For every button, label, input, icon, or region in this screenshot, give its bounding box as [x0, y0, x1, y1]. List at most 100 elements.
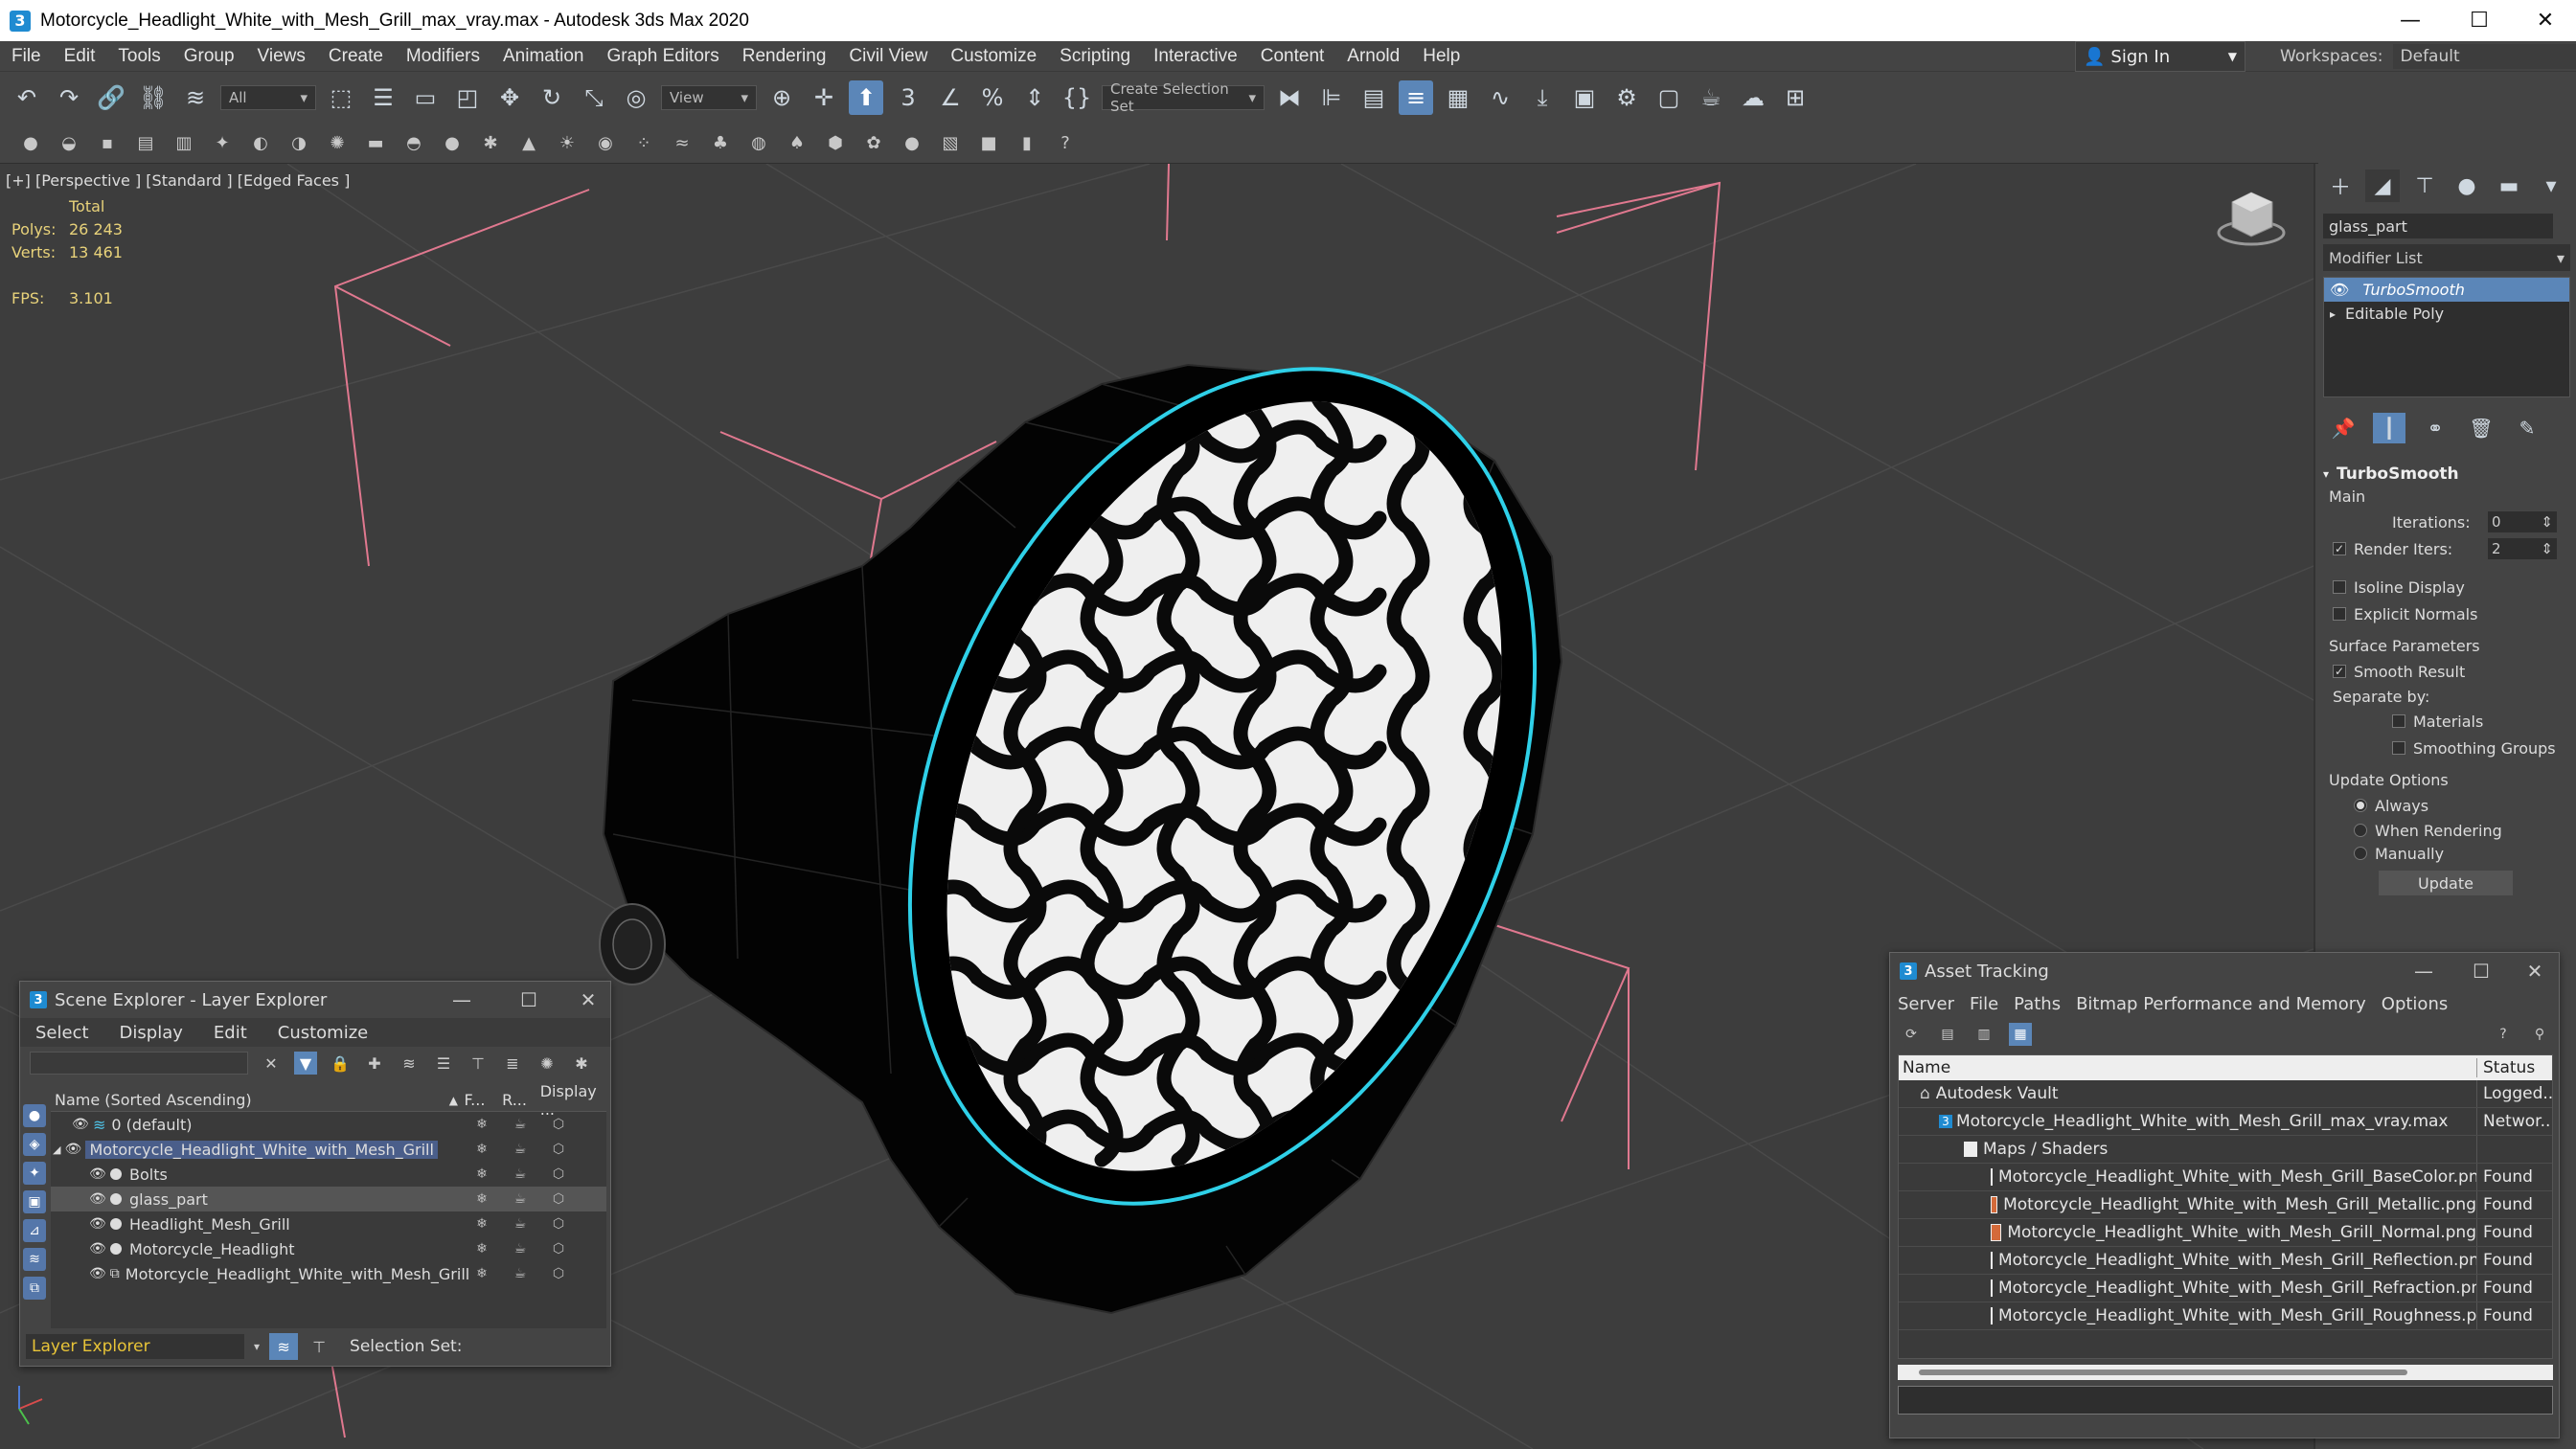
move-icon[interactable]: ✥ — [492, 80, 527, 115]
help-icon[interactable]: ? — [2492, 1023, 2515, 1046]
menu-display[interactable]: Display — [104, 1023, 198, 1043]
display-groups-icon[interactable]: ⧉ — [23, 1277, 46, 1300]
undo-icon[interactable]: ↶ — [10, 80, 44, 115]
mirror-icon[interactable]: ⧓ — [1272, 80, 1307, 115]
display-box-icon[interactable]: ⬡ — [539, 1241, 578, 1257]
angle-snap-icon[interactable]: ∠ — [933, 80, 968, 115]
frame-buffer-icon[interactable]: ▧ — [939, 132, 962, 155]
display-cameras-icon[interactable]: ▣ — [23, 1190, 46, 1213]
display-box-icon[interactable]: ⬡ — [539, 1166, 578, 1182]
rendered-frame-window-icon[interactable]: ▢ — [1652, 80, 1686, 115]
utilities-tab-icon[interactable]: ▾ — [2534, 170, 2568, 202]
manually-radio[interactable] — [2354, 847, 2367, 860]
bug-icon[interactable]: ✱ — [479, 132, 502, 155]
eye-icon[interactable]: 👁 — [89, 1216, 106, 1232]
teapot-icon[interactable]: ◒ — [57, 132, 80, 155]
close-button[interactable]: ✕ — [2515, 953, 2555, 989]
menu-customize[interactable]: Customize — [262, 1023, 383, 1043]
tree-row-glass-part[interactable]: 👁 glass_part ❄ ☕ ⬡ — [51, 1187, 606, 1211]
edit-named-selection-icon[interactable]: {} — [1060, 80, 1094, 115]
disc-icon[interactable]: ◉ — [594, 132, 617, 155]
minimize-button[interactable]: — — [442, 982, 482, 1018]
tree-row-headlight-layer[interactable]: ◢ 👁 Motorcycle_Headlight_White_with_Mesh_G… — [51, 1137, 606, 1162]
tree-row-motorcycle-headlight[interactable]: 👁 Motorcycle_Headlight ❄ ☕ ⬡ — [51, 1236, 606, 1261]
menu-file[interactable]: File — [0, 46, 53, 67]
lock-icon[interactable]: 🔒 — [329, 1052, 352, 1075]
eye-icon[interactable]: 👁 — [89, 1191, 106, 1207]
hierarchy-tab-icon[interactable]: ⊤ — [2407, 170, 2442, 202]
layer-explorer-toggle-icon[interactable]: ≋ — [269, 1333, 299, 1360]
scene-search-input[interactable] — [30, 1052, 248, 1075]
show-end-result-icon[interactable]: ┃ — [2373, 413, 2405, 443]
scrollbar-thumb[interactable] — [1919, 1370, 2407, 1375]
freeze-icon[interactable]: ❄ — [463, 1216, 501, 1232]
layers-icon[interactable]: ▤ — [134, 132, 157, 155]
sign-in-dropdown[interactable]: 👤 Sign In ▼ — [2075, 41, 2245, 72]
keyboard-shortcut-override-icon[interactable]: ⬆ — [849, 80, 883, 115]
viewcube[interactable] — [2217, 192, 2286, 246]
update-button[interactable]: Update — [2379, 871, 2513, 895]
render-teapot-icon[interactable]: ☕ — [501, 1216, 539, 1232]
asset-row[interactable]: Motorcycle_Headlight_White_with_Mesh_Gri… — [1899, 1247, 2552, 1275]
object-name-field[interactable]: glass_part — [2323, 214, 2553, 238]
sort-layers-icon[interactable]: ≣ — [501, 1052, 524, 1075]
maximize-button[interactable]: ☐ — [2461, 953, 2501, 989]
asset-row[interactable]: Motorcycle_Headlight_White_with_Mesh_Gri… — [1899, 1191, 2552, 1219]
modifier-list-dropdown[interactable]: Modifier List ▾ — [2323, 244, 2570, 271]
snaps-toggle-icon[interactable]: 3 — [891, 80, 925, 115]
hierarchy-toggle-icon[interactable]: ⊤ — [308, 1335, 331, 1358]
render-teapot-icon[interactable]: ☕ — [501, 1191, 539, 1207]
layer-explorer-toggle-icon[interactable]: ≡ — [1399, 80, 1433, 115]
plane-icon[interactable]: ▬ — [364, 132, 387, 155]
settings-icon[interactable]: ▮ — [1015, 132, 1038, 155]
render-iters-spinner[interactable]: 2 ⇕ — [2488, 538, 2557, 559]
materials-checkbox[interactable] — [2392, 714, 2405, 728]
grid-layout-icon[interactable]: ⊞ — [1778, 80, 1812, 115]
dome-light-icon[interactable]: ◓ — [402, 132, 425, 155]
cone-icon[interactable]: ▲ — [517, 132, 540, 155]
menu-interactive[interactable]: Interactive — [1142, 46, 1249, 67]
freeze-icon[interactable]: ❄ — [463, 1117, 501, 1132]
motion-tab-icon[interactable]: ● — [2450, 170, 2484, 202]
display-box-icon[interactable]: ⬡ — [539, 1266, 578, 1281]
menu-paths[interactable]: Paths — [2006, 994, 2068, 1014]
menu-graph-editors[interactable]: Graph Editors — [596, 46, 731, 67]
column-name[interactable]: Name — [1899, 1058, 2477, 1077]
hair-icon[interactable]: ≈ — [671, 132, 694, 155]
percent-snap-icon[interactable]: % — [975, 80, 1010, 115]
asset-row[interactable]: Motorcycle_Headlight_White_with_Mesh_Gri… — [1899, 1164, 2552, 1191]
scatter-icon[interactable]: ⁘ — [632, 132, 655, 155]
render-teapot-icon[interactable]: ☕ — [501, 1241, 539, 1257]
display-helpers-icon[interactable]: ⊿ — [23, 1219, 46, 1242]
eye-icon[interactable]: 👁 — [89, 1166, 106, 1182]
asset-row[interactable]: ⌂ Autodesk Vault Logged... — [1899, 1080, 2552, 1108]
asset-row[interactable]: Motorcycle_Headlight_White_with_Mesh_Gri… — [1899, 1219, 2552, 1247]
filter-icon[interactable]: ▼ — [294, 1052, 317, 1075]
iterations-spinner[interactable]: 0 ⇕ — [2488, 511, 2557, 532]
render-setup-icon[interactable]: ⚙ — [1609, 80, 1644, 115]
tree-row-default-layer[interactable]: 👁 ≋ 0 (default) ❄ ☕ ⬡ — [51, 1112, 606, 1137]
render-teapot-icon[interactable]: ☕ — [501, 1142, 539, 1157]
asset-row[interactable]: Maps / Shaders — [1899, 1136, 2552, 1164]
particle-icon[interactable]: ✺ — [326, 132, 349, 155]
menu-scripting[interactable]: Scripting — [1048, 46, 1142, 67]
render-teapot-icon[interactable]: ☕ — [501, 1166, 539, 1182]
camera-icon[interactable]: ◐ — [249, 132, 272, 155]
smooth-result-checkbox[interactable]: ✓ — [2333, 665, 2346, 678]
create-tab-icon[interactable]: ＋ — [2323, 170, 2358, 202]
render-region-icon[interactable]: ■ — [977, 132, 1000, 155]
menu-content[interactable]: Content — [1249, 46, 1336, 67]
asset-row[interactable]: Motorcycle_Headlight_White_with_Mesh_Gri… — [1899, 1302, 2552, 1330]
material-ball-icon[interactable]: ● — [900, 132, 923, 155]
minimize-button[interactable]: — — [2380, 0, 2441, 41]
proxy-icon[interactable]: ⬢ — [824, 132, 847, 155]
render-icon[interactable]: ▥ — [172, 132, 195, 155]
selection-set-dropdown[interactable]: Create Selection Set ▾ — [1102, 80, 1265, 115]
display-tab-icon[interactable]: ▬ — [2492, 170, 2526, 202]
explicit-normals-checkbox[interactable] — [2333, 607, 2346, 621]
select-object-icon[interactable]: ⬚ — [324, 80, 358, 115]
help-icon[interactable]: ? — [1054, 132, 1077, 155]
menu-server[interactable]: Server — [1890, 994, 1962, 1014]
display-lights-icon[interactable]: ✦ — [23, 1162, 46, 1185]
placement-icon[interactable]: ◎ — [619, 80, 653, 115]
